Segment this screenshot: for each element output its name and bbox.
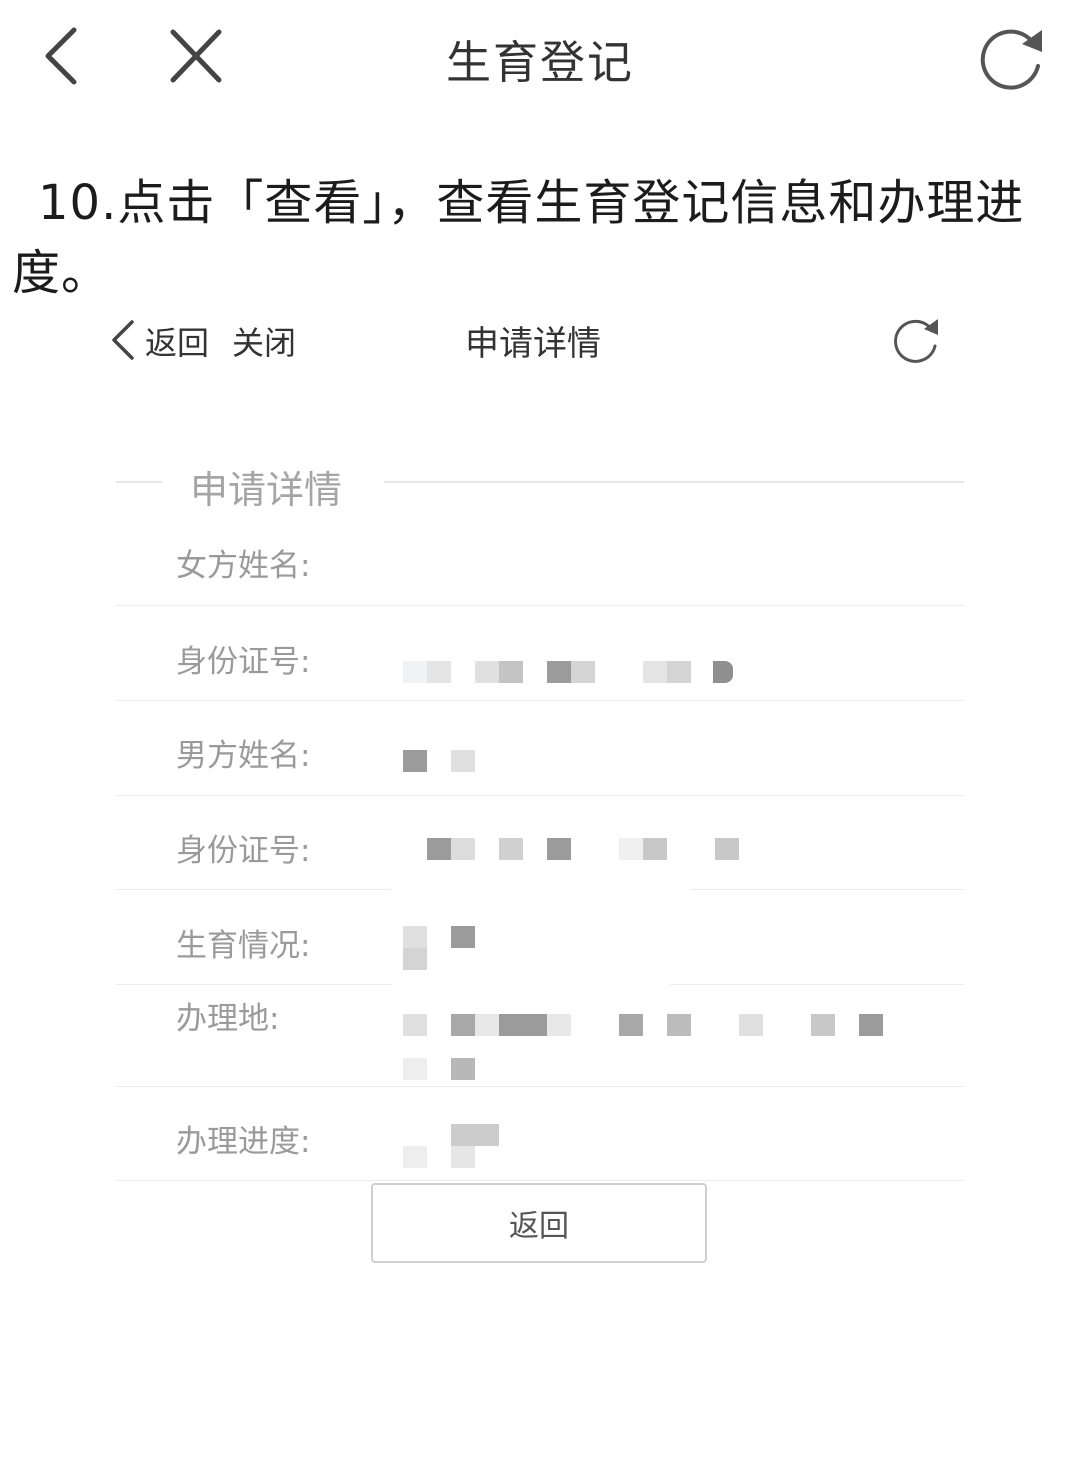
section-divider-right [384, 481, 964, 483]
row-divider [116, 605, 964, 606]
inner-close-button[interactable]: 关闭 [232, 318, 296, 364]
row-divider [116, 984, 391, 985]
instruction-text: 10.点击「查看」，查看生育登记信息和办理进度。 [12, 175, 1025, 301]
row-divider [670, 984, 964, 985]
app-bar: 生育登记 [0, 0, 1080, 115]
row-divider [116, 1086, 964, 1087]
field-label-id-number: 身份证号: [176, 833, 311, 869]
field-label-processing-progress: 办理进度: [176, 1124, 311, 1160]
row-divider [116, 795, 964, 796]
field-label-male-name: 男方姓名: [176, 738, 311, 774]
section-divider-left [116, 481, 162, 483]
chevron-left-icon[interactable] [108, 318, 140, 362]
row-divider [116, 700, 964, 701]
field-label-birth-status: 生育情况: [176, 928, 311, 964]
screenshot-page: 生育登记 10.点击「查看」，查看生育登记信息和办理进度。 返回 关闭 申请详情… [0, 0, 1080, 1468]
field-label-female-name: 女方姓名: [176, 548, 311, 584]
refresh-icon[interactable] [890, 314, 942, 366]
row-divider [116, 889, 391, 890]
section-title: 申请详情 [190, 468, 343, 512]
page-title: 生育登记 [445, 36, 634, 89]
inner-page-title: 申请详情 [465, 324, 601, 364]
refresh-icon[interactable] [976, 22, 1048, 94]
inner-back-button[interactable]: 返回 [145, 318, 209, 364]
field-label-id-number: 身份证号: [176, 644, 311, 680]
return-button[interactable]: 返回 [371, 1183, 707, 1263]
row-divider [690, 889, 964, 890]
row-divider [116, 1180, 964, 1181]
field-label-processing-location: 办理地: [176, 1001, 280, 1037]
